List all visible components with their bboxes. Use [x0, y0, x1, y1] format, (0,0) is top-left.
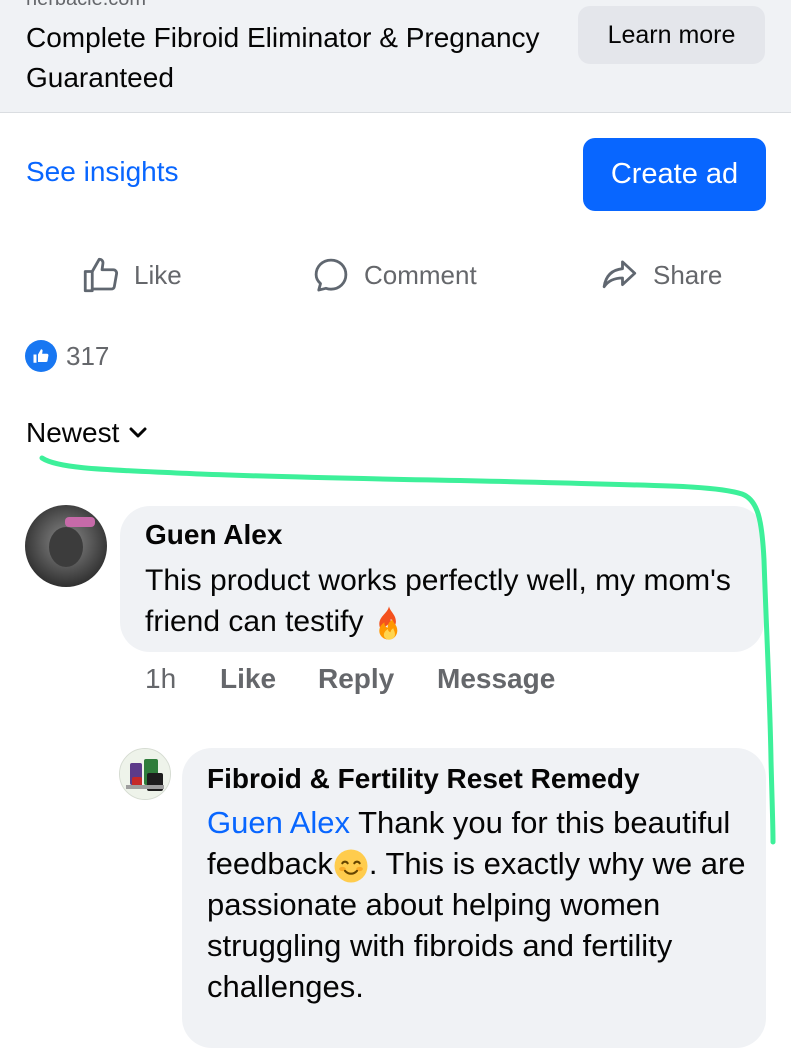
like-action-button[interactable]: Like	[80, 250, 182, 300]
comment-action-button[interactable]: Comment	[310, 250, 477, 300]
create-ad-button[interactable]: Create ad	[583, 138, 766, 211]
reactions-summary[interactable]: 317	[25, 340, 109, 372]
share-icon	[602, 260, 637, 289]
like-action-label: Like	[134, 259, 182, 290]
share-action-label: Share	[653, 259, 723, 290]
ad-headline[interactable]: Complete Fibroid Eliminator & Pregnancy …	[26, 18, 546, 98]
fire-emoji-icon	[379, 606, 398, 640]
smiling-face-emoji-icon	[334, 849, 368, 883]
reply-author[interactable]: Fibroid & Fertility Reset Remedy	[207, 763, 640, 795]
learn-more-button[interactable]: Learn more	[578, 6, 765, 64]
comment-like-button[interactable]: Like	[220, 663, 276, 695]
comment-message-button[interactable]: Message	[437, 663, 555, 695]
see-insights-link[interactable]: See insights	[26, 156, 179, 188]
reply-mention-link[interactable]: Guen Alex	[207, 805, 350, 840]
comment-reply-button[interactable]: Reply	[318, 663, 394, 695]
comment-text: This product works perfectly well, my mo…	[145, 560, 745, 642]
chevron-down-icon	[129, 427, 147, 438]
sort-label: Newest	[26, 417, 120, 448]
avatar[interactable]	[25, 505, 107, 587]
ad-domain: herbacie.com	[26, 0, 146, 11]
thumbs-up-icon	[83, 257, 119, 293]
ad-card[interactable]: herbacie.com Complete Fibroid Eliminator…	[0, 0, 791, 113]
comment-action-label: Comment	[364, 259, 477, 290]
like-reaction-icon	[25, 340, 57, 372]
reaction-count: 317	[66, 340, 110, 371]
share-action-button[interactable]: Share	[597, 250, 722, 300]
page-avatar[interactable]	[119, 748, 171, 800]
comment-icon	[314, 258, 348, 292]
comment-author[interactable]: Guen Alex	[145, 519, 282, 551]
comment-timestamp: 1h	[145, 663, 177, 694]
reply-text: Guen Alex Thank you for this beautiful f…	[207, 802, 752, 1007]
comment-text-content: This product works perfectly well, my mo…	[145, 564, 731, 638]
comment-sort-dropdown[interactable]: Newest	[26, 417, 147, 449]
